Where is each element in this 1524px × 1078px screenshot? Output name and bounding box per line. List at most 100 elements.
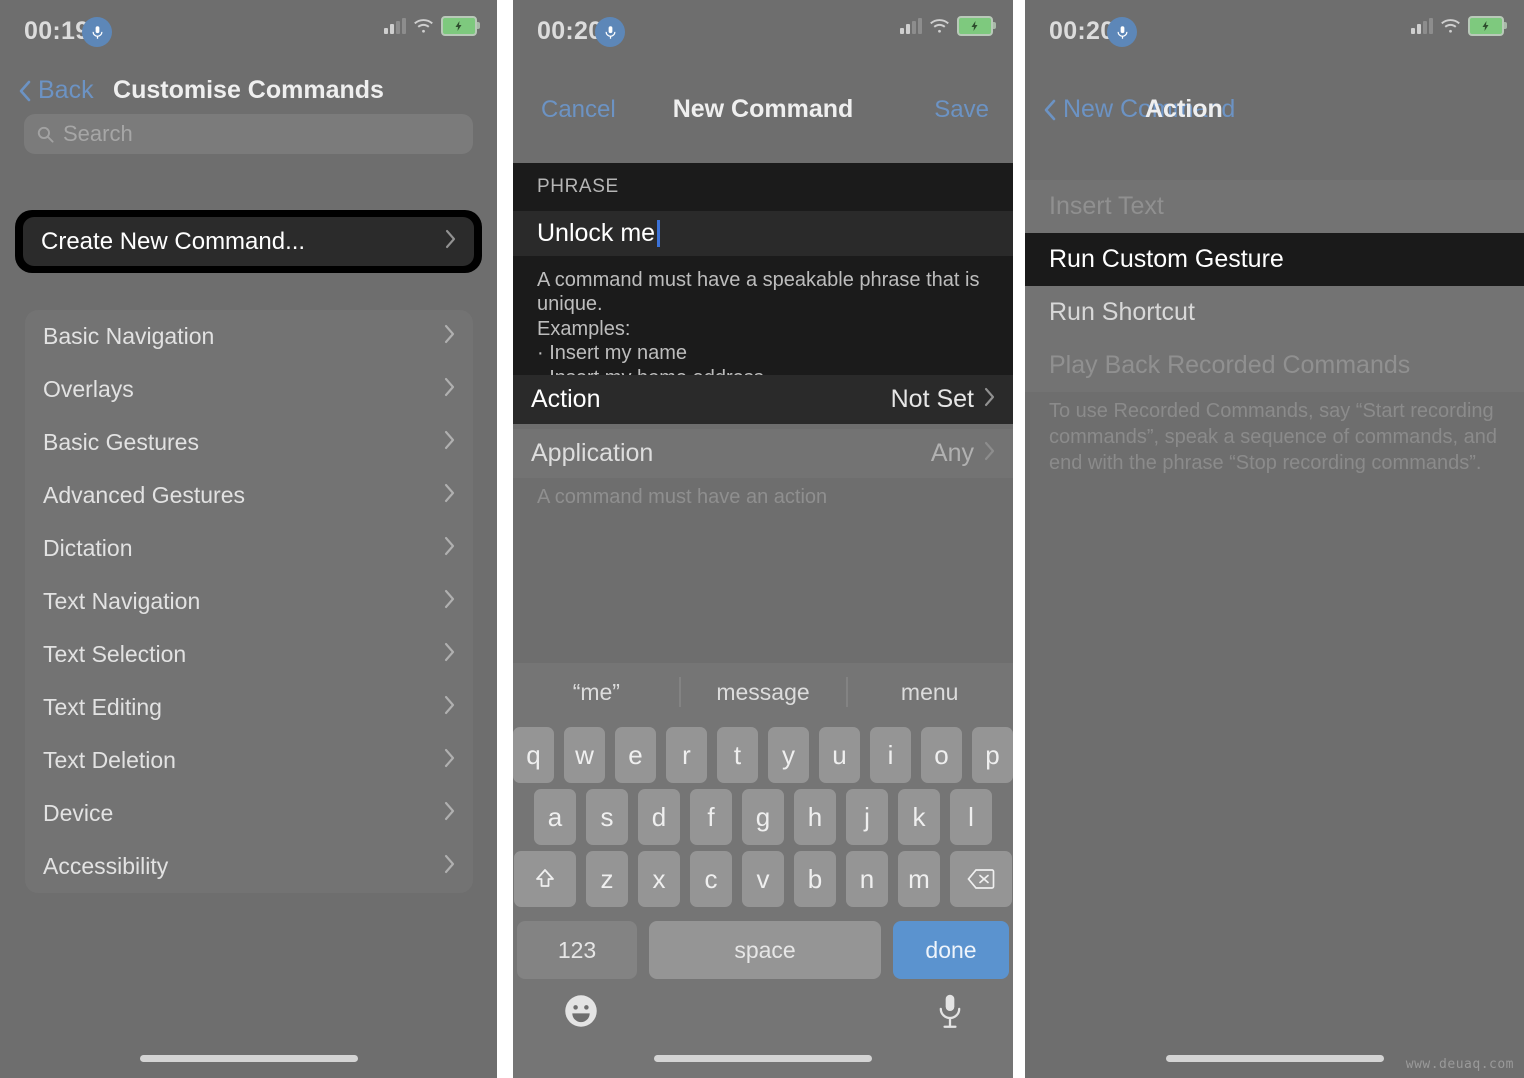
option-label: Insert Text [1049,192,1164,220]
phrase-section-header: PHRASE [513,163,1013,211]
key-y[interactable]: y [768,727,809,783]
key-v[interactable]: v [742,851,784,907]
list-item[interactable]: Basic Gestures [25,416,473,469]
key-s[interactable]: s [586,789,628,845]
suggestion-divider [846,677,848,707]
list-item[interactable]: Text Editing [25,681,473,734]
key-q[interactable]: q [513,727,554,783]
list-item-label: Basic Navigation [43,323,215,349]
chevron-right-icon [444,854,455,879]
key-x[interactable]: x [638,851,680,907]
list-item[interactable]: Text Selection [25,628,473,681]
panel-action-picker: 00:20 New Command Action Insert Text Run… [1025,0,1524,1078]
save-button[interactable]: Save [934,96,989,124]
list-item-label: Text Selection [43,641,187,667]
key-w[interactable]: w [564,727,605,783]
battery-charging-icon [441,16,480,36]
keyboard-row-4: 123 space done [513,921,1013,979]
watermark: www.deuaq.com [1405,1057,1514,1072]
list-item-label: Basic Gestures [43,429,199,455]
chevron-right-icon [984,441,995,466]
key-h[interactable]: h [794,789,836,845]
space-key[interactable]: space [649,921,881,979]
key-c[interactable]: c [690,851,732,907]
list-item[interactable]: Accessibility [25,840,473,893]
application-row-label: Application [531,439,654,467]
key-a[interactable]: a [534,789,576,845]
key-m[interactable]: m [898,851,940,907]
screenshot-stage: 00:19 Back Customise Commands Search Cre… [0,0,1524,1078]
chevron-right-icon [444,801,455,826]
key-r[interactable]: r [666,727,707,783]
list-item-label: Accessibility [43,853,169,879]
chevron-right-icon [444,483,455,508]
option-label: Run Custom Gesture [1049,245,1284,273]
chevron-right-icon [444,324,455,349]
key-k[interactable]: k [898,789,940,845]
key-d[interactable]: d [638,789,680,845]
option-run-shortcut[interactable]: Run Shortcut [1025,286,1524,339]
create-new-command-button[interactable]: Create New Command... [23,217,474,266]
key-j[interactable]: j [846,789,888,845]
search-input[interactable]: Search [24,114,473,154]
phrase-hint-bullet1: · Insert my name [537,342,688,365]
key-p[interactable]: p [972,727,1013,783]
keyboard-row-1: q w e r t y u i o p [513,727,1013,783]
option-play-back-recorded-commands[interactable]: Play Back Recorded Commands [1025,339,1524,392]
emoji-keyboard-icon[interactable] [563,993,599,1029]
suggestion-item[interactable]: message [680,679,847,706]
key-i[interactable]: i [870,727,911,783]
done-key[interactable]: done [893,921,1009,979]
key-n[interactable]: n [846,851,888,907]
status-bar-clock: 00:19 [24,17,90,45]
application-row-value: Any [930,439,974,467]
backspace-key[interactable] [950,851,1012,907]
shift-key[interactable] [514,851,576,907]
status-bar: 00:20 [1025,0,1524,58]
action-row[interactable]: Action Not Set [513,375,1013,424]
list-item-label: Advanced Gestures [43,482,246,508]
option-insert-text[interactable]: Insert Text [1025,180,1524,233]
list-item[interactable]: Overlays [25,363,473,416]
status-bar-indicators [900,16,996,36]
application-row[interactable]: Application Any [513,429,1013,478]
phrase-section-header-label: PHRASE [537,176,619,197]
list-item[interactable]: Text Deletion [25,734,473,787]
key-o[interactable]: o [921,727,962,783]
predictive-suggestions-bar: “me” message menu [513,663,1013,721]
search-icon [37,126,54,143]
key-e[interactable]: e [615,727,656,783]
chevron-right-icon [444,642,455,667]
list-item[interactable]: Text Navigation [25,575,473,628]
microphone-badge-icon [595,17,625,47]
list-item-label: Text Navigation [43,588,201,614]
list-item[interactable]: Device [25,787,473,840]
key-z[interactable]: z [586,851,628,907]
suggestion-divider [679,677,681,707]
recorded-commands-footer-text: To use Recorded Commands, say “Start rec… [1049,400,1498,474]
key-t[interactable]: t [717,727,758,783]
dictation-mic-icon[interactable] [937,991,963,1031]
suggestion-item[interactable]: menu [846,679,1013,706]
list-item-label: Dictation [43,535,133,561]
list-item[interactable]: Basic Navigation [25,310,473,363]
key-b[interactable]: b [794,851,836,907]
key-l[interactable]: l [950,789,992,845]
key-u[interactable]: u [819,727,860,783]
action-row-value: Not Set [890,385,974,413]
list-item[interactable]: Dictation [25,522,473,575]
suggestion-item[interactable]: “me” [513,679,680,706]
chevron-right-icon [444,430,455,455]
numbers-key[interactable]: 123 [517,921,637,979]
search-placeholder: Search [63,121,133,146]
key-g[interactable]: g [742,789,784,845]
option-run-custom-gesture[interactable]: Run Custom Gesture [1025,233,1524,286]
list-item[interactable]: Advanced Gestures [25,469,473,522]
status-bar-clock: 00:20 [537,17,603,45]
status-bar: 00:20 [513,0,1013,58]
phrase-input[interactable]: Unlock me [513,211,1013,256]
key-f[interactable]: f [690,789,732,845]
wifi-icon [1441,19,1460,33]
cellular-signal-icon [900,18,922,34]
shift-key-icon [536,869,554,887]
